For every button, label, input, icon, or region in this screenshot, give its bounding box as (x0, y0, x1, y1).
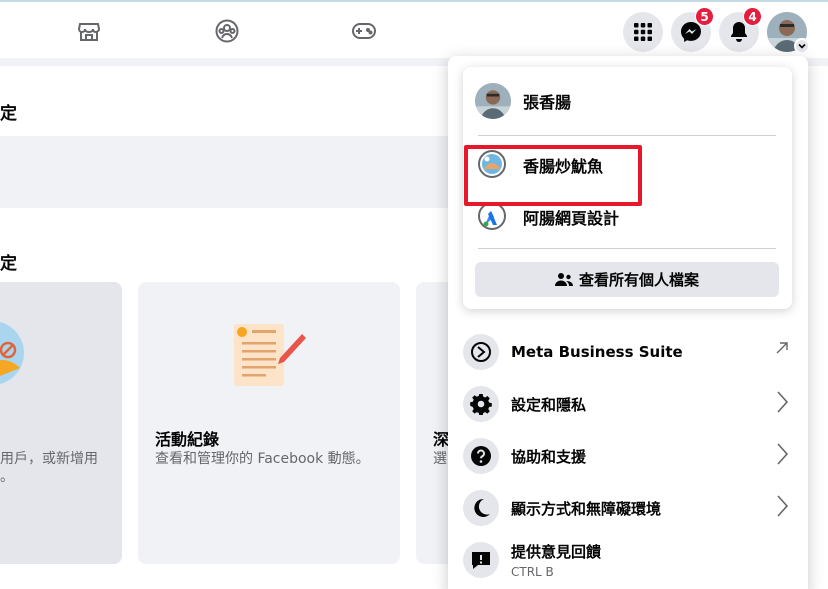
settings-card-1[interactable]: 用戶，或新增用 。 (0, 282, 122, 564)
see-all-profiles-label: 查看所有個人檔案 (578, 271, 699, 289)
shortcut-hint: CTRL B (511, 565, 554, 579)
activity-log-title: 活動紀錄 (155, 430, 220, 449)
moon-icon (463, 490, 499, 526)
chevron-down-icon (798, 43, 806, 49)
activity-log-desc: 查看和管理你的 Facebook 動態。 (155, 451, 370, 467)
profile-divider (478, 135, 776, 136)
section-title-2: 定 (0, 254, 17, 274)
menu-item-label: 設定和隱私 (511, 395, 587, 414)
profiles-bottom-divider (478, 248, 776, 249)
question-icon (463, 438, 499, 474)
profile-name: 張香腸 (523, 93, 572, 112)
account-illustration-icon (0, 322, 24, 384)
messenger-button[interactable]: 5 (671, 7, 714, 52)
document-illustration-icon (234, 324, 306, 386)
chevron-right-icon (775, 442, 789, 470)
activity-log-card[interactable]: 活動紀錄 查看和管理你的 Facebook 動態。 (138, 282, 400, 564)
display-accessibility-item[interactable]: 顯示方式和無障礙環境 (463, 486, 793, 530)
feedback-icon (463, 542, 499, 578)
menu-item-label: 提供意見回饋 (511, 543, 602, 561)
menu-grid-button[interactable] (623, 12, 663, 52)
chevron-right-icon (775, 494, 789, 522)
gray-strip (0, 136, 460, 208)
red-highlight-box (464, 145, 642, 206)
feedback-item[interactable]: 提供意見回饋 CTRL B (463, 538, 793, 582)
notifications-button[interactable]: 4 (719, 7, 762, 52)
menu-item-label: Meta Business Suite (511, 343, 683, 361)
profile-row-main[interactable]: 張香腸 (475, 81, 571, 121)
bell-icon (731, 22, 747, 42)
settings-privacy-item[interactable]: 設定和隱私 (463, 382, 793, 426)
menu-item-label: 協助和支援 (511, 447, 587, 466)
menu-item-label: 顯示方式和無障礙環境 (511, 499, 662, 518)
card1-desc-line1: 用戶，或新增用 (0, 451, 98, 467)
profile-name: 阿腸網頁設計 (523, 209, 620, 228)
grid-icon (634, 23, 652, 41)
notifications-badge: 4 (743, 7, 762, 26)
external-link-icon (775, 340, 789, 359)
top-navigation-bar: 5 4 (0, 0, 828, 58)
card3-title: 深 (433, 430, 450, 449)
gear-icon (463, 386, 499, 422)
section-title-1: 定 (0, 104, 17, 124)
chevron-right-icon (775, 390, 789, 418)
meta-business-icon (463, 334, 499, 370)
avatar-photo-icon (475, 83, 511, 119)
card1-desc-line2: 。 (0, 469, 14, 485)
marketplace-icon[interactable] (74, 16, 104, 46)
groups-icon[interactable] (212, 16, 242, 46)
profiles-icon (554, 272, 573, 288)
meta-business-suite-item[interactable]: Meta Business Suite (463, 330, 793, 374)
card3-desc: 選 (433, 451, 447, 467)
profile-avatar (475, 83, 511, 119)
messenger-badge: 5 (695, 7, 714, 26)
gaming-icon[interactable] (349, 16, 379, 46)
see-all-profiles-button[interactable]: 查看所有個人檔案 (475, 262, 779, 297)
account-chevron[interactable] (794, 38, 810, 54)
help-support-item[interactable]: 協助和支援 (463, 434, 793, 478)
